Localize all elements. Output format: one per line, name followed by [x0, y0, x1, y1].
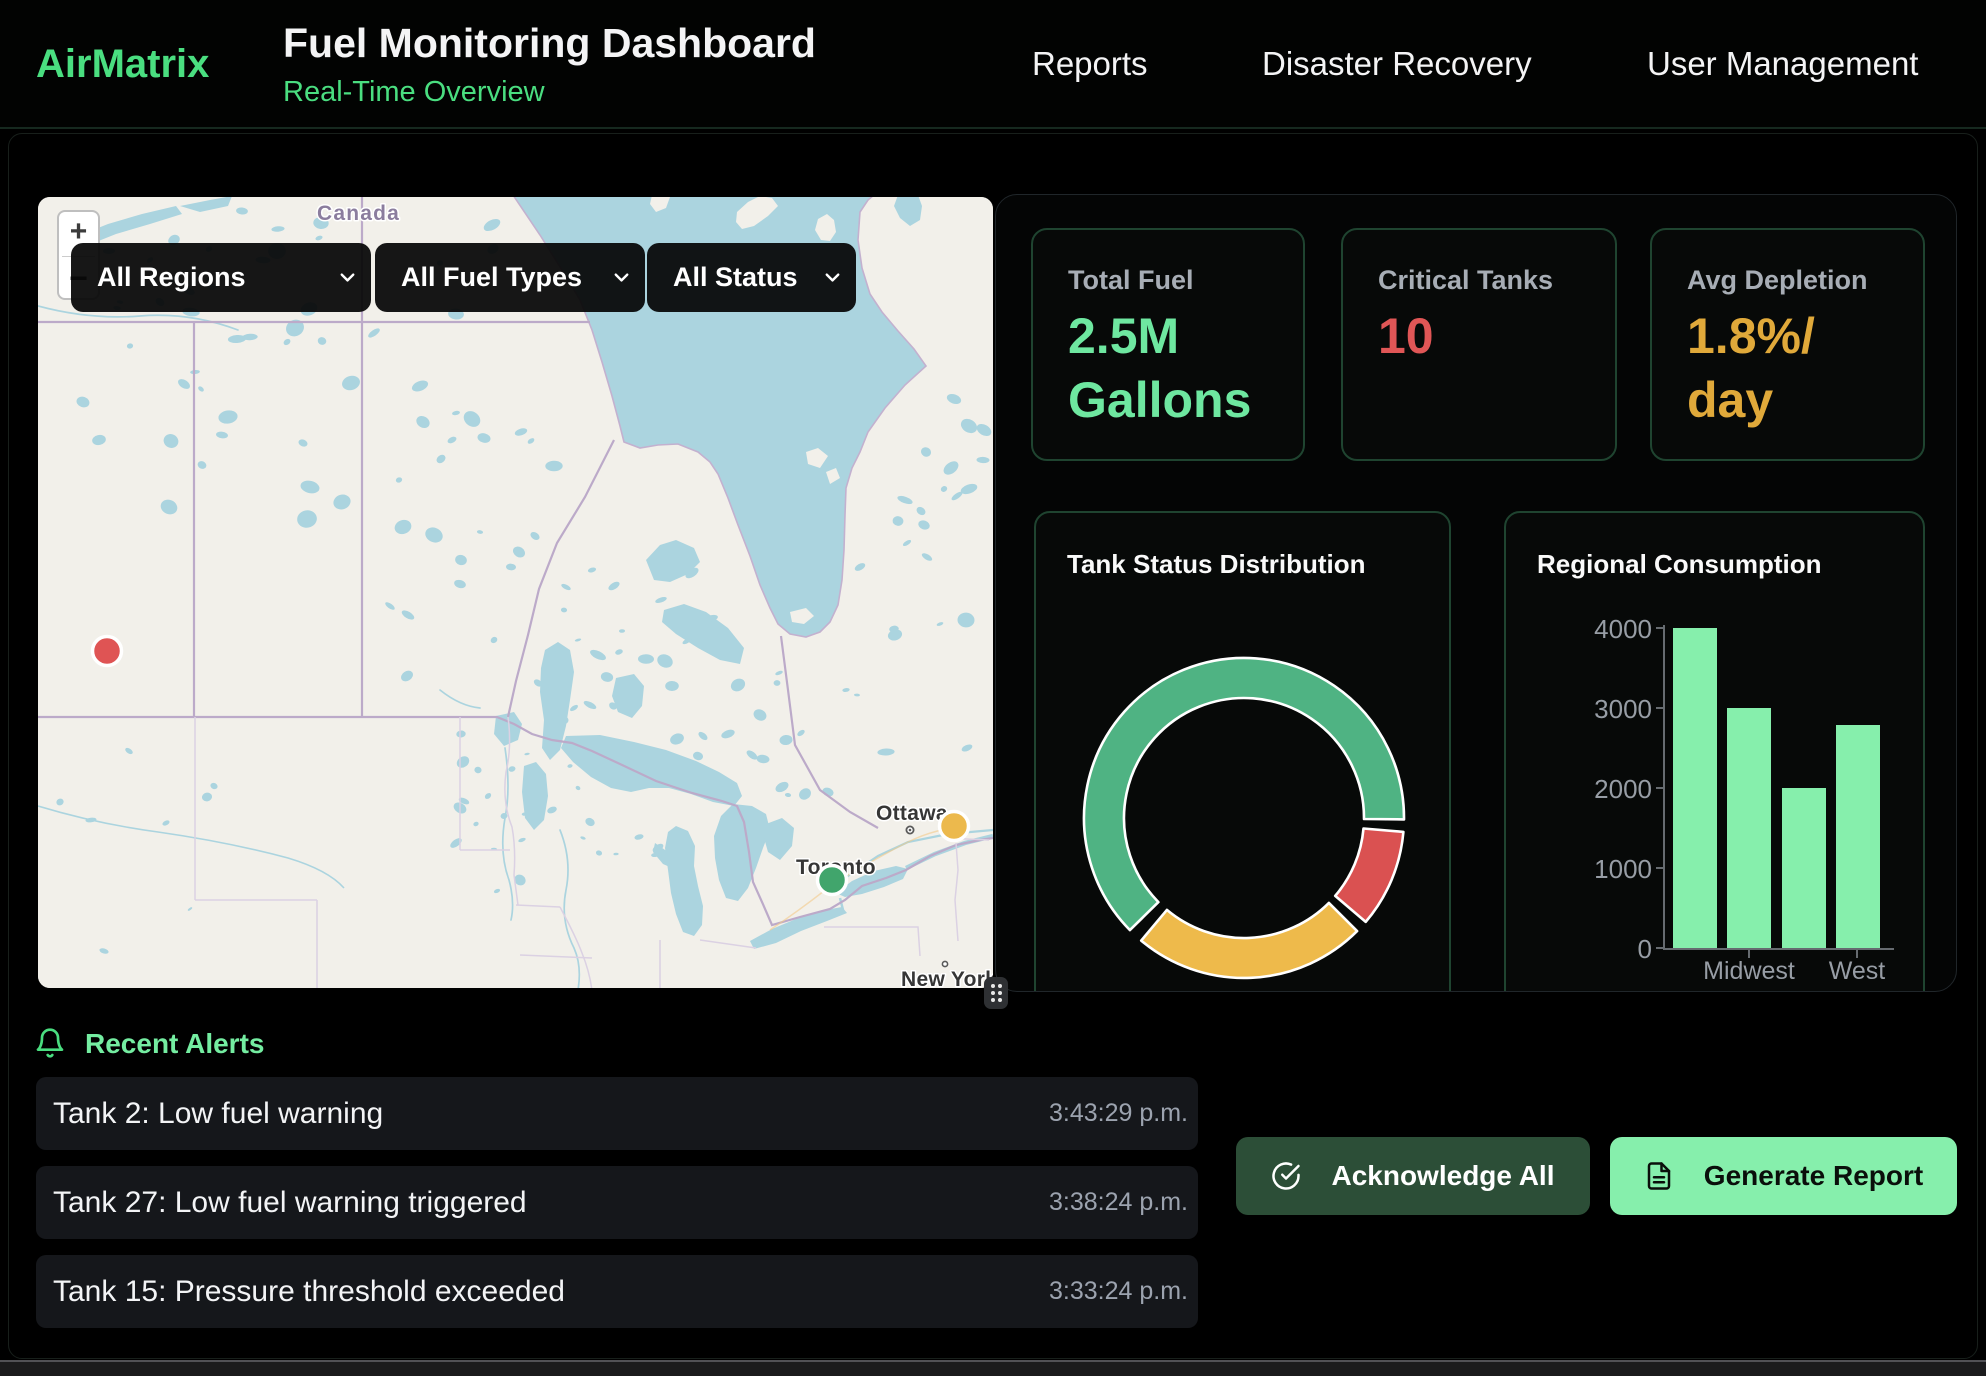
svg-text:0: 0: [1638, 934, 1652, 964]
svg-text:2000: 2000: [1594, 774, 1652, 804]
svg-text:Ottawa: Ottawa: [876, 802, 948, 825]
svg-text:1000: 1000: [1594, 854, 1652, 884]
svg-text:Midwest: Midwest: [1703, 957, 1795, 985]
svg-text:4000: 4000: [1594, 614, 1652, 644]
svg-text:New York: New York: [901, 968, 993, 988]
svg-text:Canada: Canada: [317, 202, 400, 225]
svg-text:West: West: [1829, 957, 1886, 985]
svg-text:3000: 3000: [1594, 694, 1652, 724]
